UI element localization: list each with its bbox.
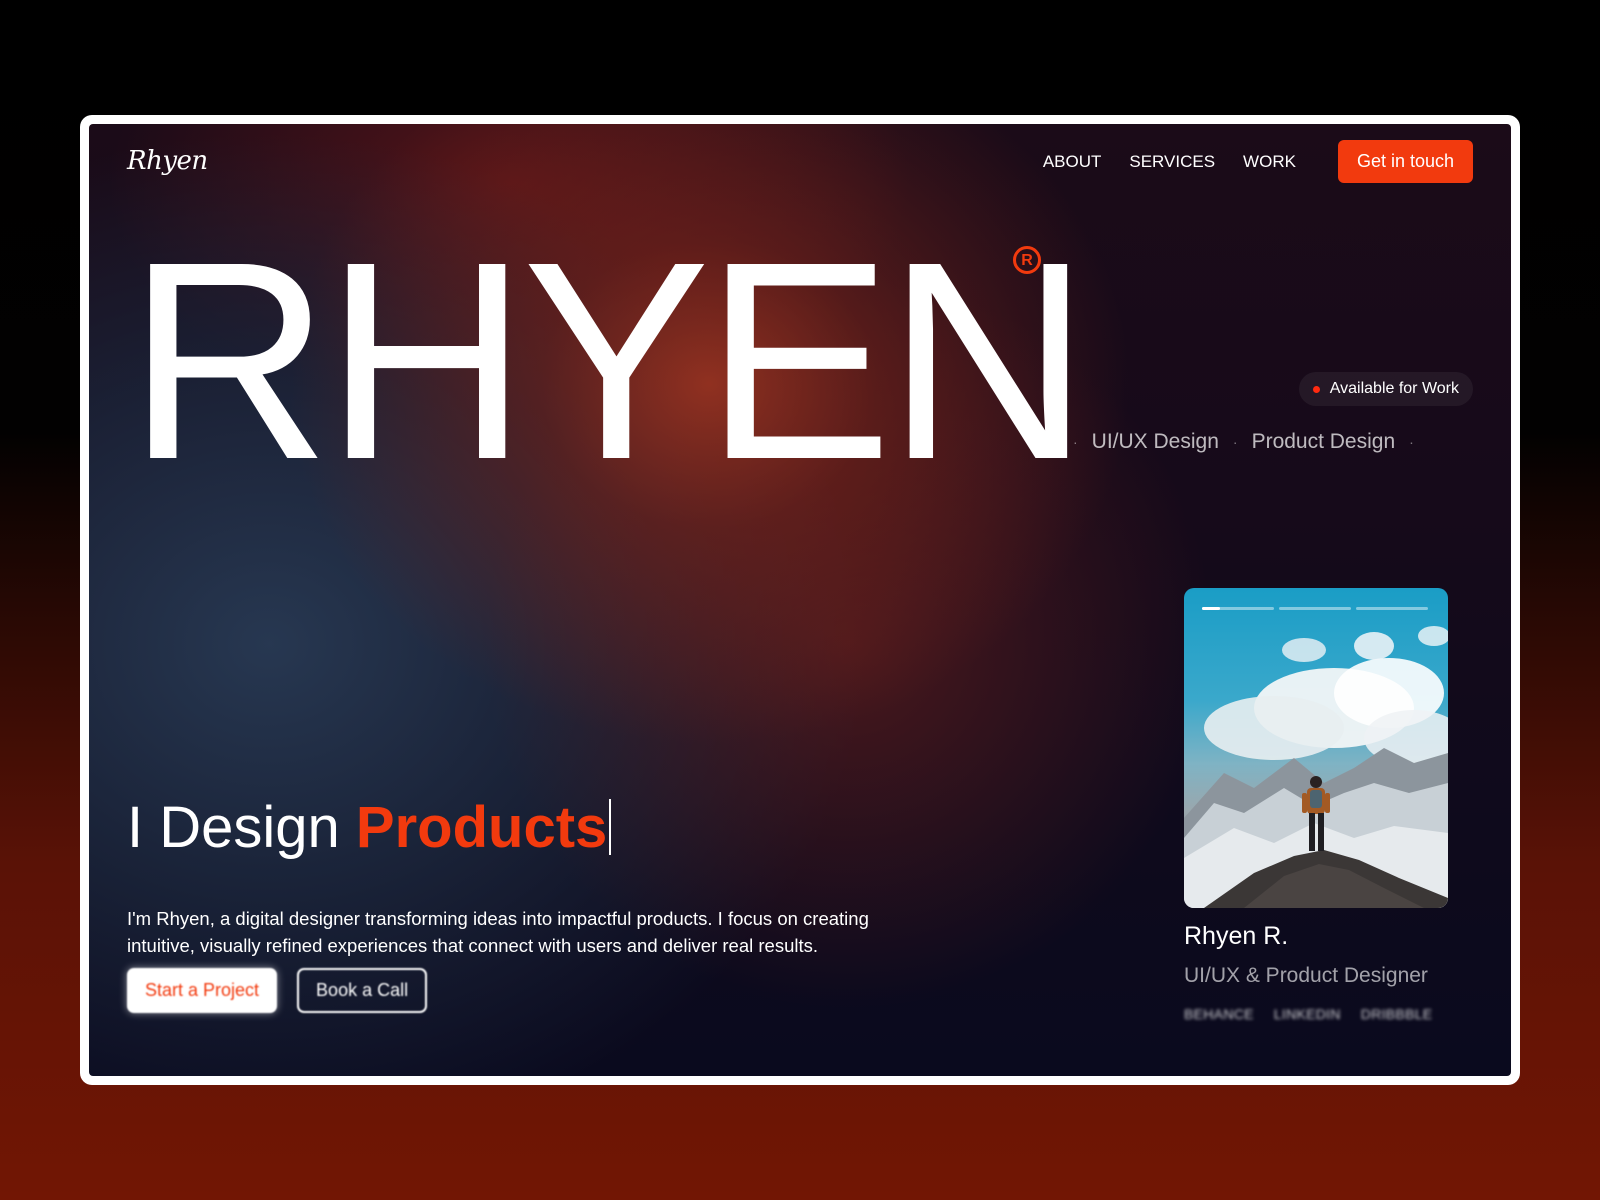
tag-uiux: UI/UX Design (1091, 430, 1219, 453)
headline: I Design Products (127, 794, 612, 861)
typing-caret (609, 799, 612, 855)
slide-progress (1202, 607, 1433, 610)
site-logo[interactable]: Rhyen (127, 146, 208, 176)
tag-separator: · (1073, 434, 1078, 450)
availability-label: Available for Work (1329, 380, 1459, 397)
slide-progress-segment[interactable] (1202, 607, 1274, 610)
linkedin-link[interactable]: LINKEDIN (1274, 1006, 1341, 1022)
mountain-photo (1184, 626, 1448, 908)
profile-photo-card[interactable] (1184, 588, 1448, 908)
nav-services[interactable]: SERVICES (1129, 152, 1215, 172)
status-dot-icon (1312, 385, 1320, 393)
hero-screen: Rhyen ABOUT SERVICES WORK Get in touch R… (89, 124, 1511, 1076)
get-in-touch-button[interactable]: Get in touch (1337, 140, 1473, 183)
service-tags: · UI/UX Design · Product Design · (1059, 430, 1428, 454)
availability-badge: Available for Work (1298, 372, 1473, 406)
headline-prefix: I Design (127, 795, 340, 860)
nav-work[interactable]: WORK (1243, 152, 1296, 172)
tag-product-design: Product Design (1251, 430, 1396, 453)
behance-link[interactable]: BEHANCE (1184, 1006, 1254, 1022)
hero-actions: Start a Project Book a Call (127, 968, 428, 1013)
device-frame: Rhyen ABOUT SERVICES WORK Get in touch R… (80, 115, 1520, 1085)
slide-progress-segment[interactable] (1279, 607, 1351, 610)
slide-progress-fill (1202, 607, 1220, 610)
tag-separator: · (1232, 434, 1238, 450)
hero-description: I'm Rhyen, a digital designer transformi… (127, 907, 869, 956)
profile-role: UI/UX & Product Designer (1184, 964, 1428, 987)
dribbble-link[interactable]: DRIBBBLE (1361, 1006, 1433, 1022)
tag-separator: · (1409, 434, 1414, 450)
start-project-button[interactable]: Start a Project (127, 968, 278, 1013)
nav-about[interactable]: ABOUT (1043, 152, 1102, 172)
registered-mark: R (1013, 246, 1041, 274)
social-links: BEHANCE LINKEDIN DRIBBBLE (1184, 1006, 1452, 1022)
profile-name: Rhyen R. (1184, 922, 1289, 950)
main-nav: ABOUT SERVICES WORK Get in touch (1015, 140, 1473, 183)
brand-title: RHYEN (127, 203, 1090, 518)
headline-accent: Products (355, 795, 608, 860)
slide-progress-segment[interactable] (1356, 607, 1428, 610)
book-call-button[interactable]: Book a Call (297, 968, 428, 1013)
